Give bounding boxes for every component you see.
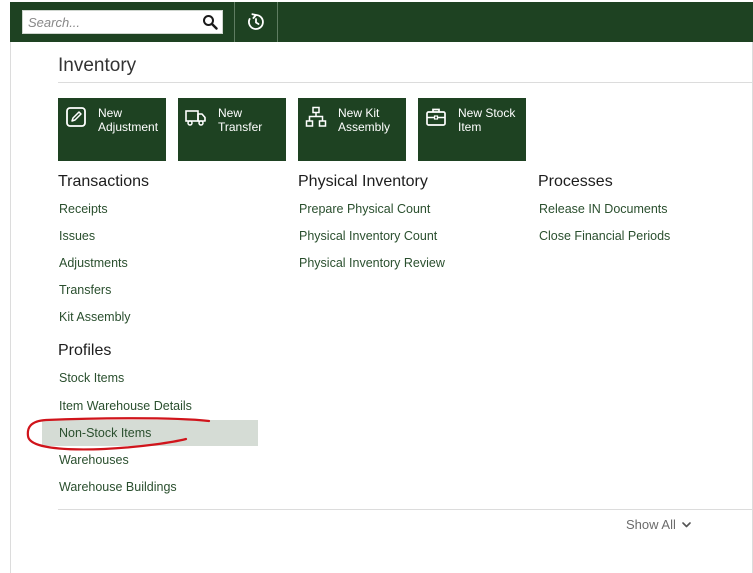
link-prepare-physical-count[interactable]: Prepare Physical Count <box>299 202 430 216</box>
link-transfers[interactable]: Transfers <box>59 283 111 297</box>
truck-icon <box>185 110 206 126</box>
tile-label: New Kit Assembly <box>338 106 391 134</box>
new-stock-item-tile[interactable]: New Stock Item <box>418 98 526 161</box>
hierarchy-icon <box>305 106 327 127</box>
link-adjustments[interactable]: Adjustments <box>59 256 128 270</box>
search-box[interactable] <box>22 10 223 34</box>
tile-label: New Transfer <box>218 106 263 134</box>
link-physical-inventory-count[interactable]: Physical Inventory Count <box>299 229 437 243</box>
link-release-in-documents[interactable]: Release IN Documents <box>539 202 668 216</box>
link-issues[interactable]: Issues <box>59 229 95 243</box>
edit-icon <box>66 107 86 127</box>
link-warehouse-buildings[interactable]: Warehouse Buildings <box>59 480 177 494</box>
footer-divider <box>58 509 753 510</box>
transactions-heading: Transactions <box>58 173 149 190</box>
new-transfer-tile[interactable]: New Transfer <box>178 98 286 161</box>
page-title: Inventory <box>58 55 137 76</box>
link-item-warehouse-details[interactable]: Item Warehouse Details <box>59 399 192 413</box>
show-all-label: Show All <box>626 517 676 532</box>
search-icon[interactable] <box>202 14 218 30</box>
processes-heading: Processes <box>538 173 613 190</box>
history-button[interactable] <box>235 2 277 42</box>
tile-label: New Stock Item <box>458 106 516 134</box>
link-close-financial-periods[interactable]: Close Financial Periods <box>539 229 670 243</box>
search-input[interactable] <box>23 11 201 33</box>
link-kit-assembly[interactable]: Kit Assembly <box>59 310 131 324</box>
top-bar <box>10 2 753 42</box>
history-icon <box>248 13 264 30</box>
link-warehouses[interactable]: Warehouses <box>59 453 129 467</box>
profiles-heading: Profiles <box>58 342 112 359</box>
chevron-down-icon <box>682 521 691 527</box>
briefcase-icon <box>426 108 446 126</box>
link-non-stock-items[interactable]: Non-Stock Items <box>59 426 151 440</box>
link-receipts[interactable]: Receipts <box>59 202 108 216</box>
link-physical-inventory-review[interactable]: Physical Inventory Review <box>299 256 445 270</box>
link-stock-items[interactable]: Stock Items <box>59 371 124 385</box>
new-adjustment-tile[interactable]: New Adjustment <box>58 98 166 161</box>
content-left-border <box>10 42 11 573</box>
show-all-button[interactable]: Show All <box>626 517 691 532</box>
new-kit-assembly-tile[interactable]: New Kit Assembly <box>298 98 406 161</box>
tile-label: New Adjustment <box>98 106 159 134</box>
topbar-divider <box>277 2 278 42</box>
title-divider <box>58 82 753 83</box>
physical-inventory-heading: Physical Inventory <box>298 173 428 190</box>
